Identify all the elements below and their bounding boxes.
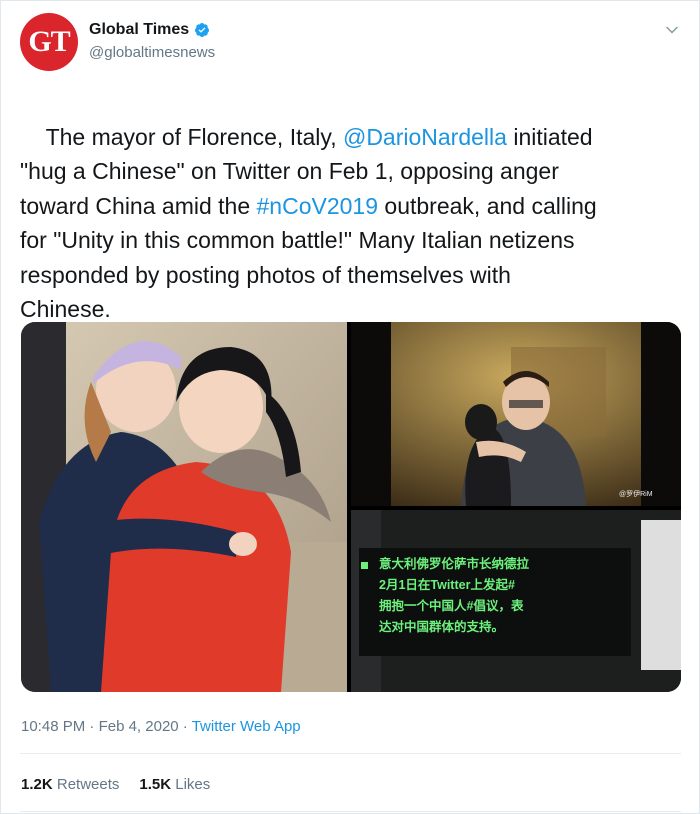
photo-children-hugging[interactable] [21, 322, 347, 692]
tweet-card: GT Global Times @globaltimesnews The may… [0, 0, 700, 814]
likes-label: Likes [175, 776, 211, 793]
verified-badge-icon [195, 23, 210, 37]
author-handle[interactable]: @globaltimesnews [89, 44, 215, 61]
engagement-stats: 1.2K Retweets 1.5K Likes [21, 776, 210, 793]
meta-separator: · [178, 718, 192, 735]
chevron-down-icon[interactable] [665, 23, 679, 37]
mention-link[interactable]: @DarioNardella [343, 124, 507, 150]
divider [20, 753, 681, 754]
watermark-text: @罗伊RiM [619, 489, 653, 498]
photo-chinese-caption[interactable]: 意大利佛罗伦萨市长纳德拉 2月1日在Twitter上发起# 拥抱一个中国人#倡议… [351, 510, 681, 692]
media-grid[interactable]: @罗伊RiM 意大利佛罗伦萨市长纳德拉 2月1日在Twitter上发起# 拥抱一… [21, 322, 681, 692]
retweets-count: 1.2K [21, 776, 53, 793]
author-name[interactable]: Global Times [89, 21, 189, 39]
avatar-logo-text: GT [28, 25, 70, 58]
likes-stat[interactable]: 1.5K Likes [139, 776, 210, 793]
photo-mayor-embrace[interactable]: @罗伊RiM [351, 322, 681, 506]
source-app-link[interactable]: Twitter Web App [192, 718, 301, 735]
tweet-time[interactable]: 10:48 PM [21, 718, 85, 735]
avatar[interactable]: GT [20, 13, 78, 71]
tweet-date[interactable]: Feb 4, 2020 [99, 718, 179, 735]
retweets-stat[interactable]: 1.2K Retweets [21, 776, 119, 793]
tweet-meta: 10:48 PM · Feb 4, 2020 · Twitter Web App [21, 718, 301, 735]
retweets-label: Retweets [56, 776, 120, 793]
divider [20, 811, 681, 812]
tweet-text: The mayor of Florence, Italy, @DarioNard… [20, 85, 680, 361]
tweet-text-part: The mayor of Florence, Italy, [45, 123, 343, 150]
hashtag-link[interactable]: #nCoV2019 [257, 193, 379, 219]
author-name-row[interactable]: Global Times [89, 21, 210, 39]
caption-text: 意大利佛罗伦萨市长纳德拉 2月1日在Twitter上发起# 拥抱一个中国人#倡议… [379, 557, 530, 634]
likes-count: 1.5K [139, 776, 172, 793]
meta-separator: · [85, 718, 99, 735]
